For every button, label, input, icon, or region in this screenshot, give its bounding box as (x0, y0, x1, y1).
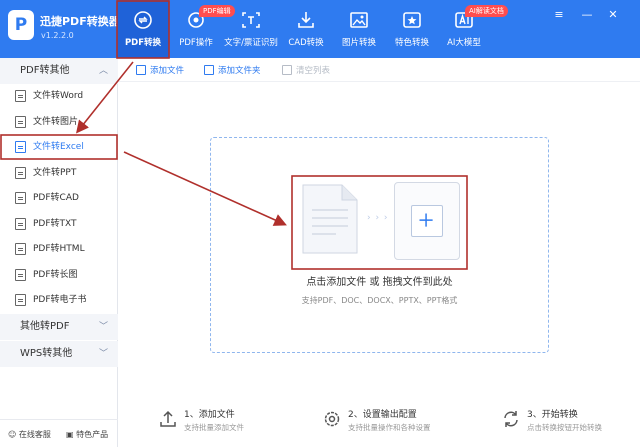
tab-pdf-convert[interactable]: PDF转换 (117, 0, 169, 58)
gear-icon (324, 411, 340, 427)
ppt-file-icon (15, 167, 26, 179)
sidebar-item-to-word[interactable]: 文件转Word (0, 84, 118, 108)
convert-icon (134, 11, 152, 29)
tab-label: 图片转换 (341, 38, 376, 48)
sidebar-group-label: 其他转PDF (20, 321, 70, 332)
sidebar-group-label: WPS转其他 (20, 348, 73, 359)
sidebar-group-other-to-pdf[interactable]: 其他转PDF ﹀ (0, 314, 118, 340)
chevron-down-icon: ﹀ (98, 322, 108, 332)
featured-products-link[interactable]: ▣ 特色产品 (66, 429, 108, 440)
sidebar-item-to-cad[interactable]: PDF转CAD (0, 186, 118, 210)
add-file-box[interactable] (394, 182, 460, 260)
image-file-icon (15, 116, 26, 128)
sidebar-item-to-ppt[interactable]: 文件转PPT (0, 161, 118, 185)
sidebar-item-to-image[interactable]: 文件转图片 (0, 110, 118, 134)
sidebar-group-pdf-to-other[interactable]: PDF转其他 ︿ (0, 58, 118, 84)
minimize-icon[interactable]: — (580, 8, 594, 22)
drop-zone-subtitle: 支持PDF、DOC、DOCX、PPTX、PPT格式 (301, 296, 458, 305)
tab-label: CAD转换 (288, 38, 324, 48)
sidebar-item-label: 文件转PPT (33, 168, 77, 178)
add-file-button[interactable]: 添加文件 (136, 64, 184, 76)
step-subtitle: 支持批量操作和各种设置 (348, 423, 431, 432)
sidebar-item-label: PDF转电子书 (33, 295, 87, 305)
tab-label: 文字/票证识别 (224, 38, 278, 48)
sidebar-item-to-excel[interactable]: 文件转Excel (0, 135, 118, 159)
sidebar-group-label: PDF转其他 (20, 65, 70, 76)
txt-file-icon (15, 218, 26, 230)
app-logo: P 迅捷PDF转换器 v1.2.2.0 (0, 0, 120, 58)
file-drop-zone[interactable] (210, 137, 549, 353)
cad-file-icon (15, 192, 26, 204)
clear-list-button[interactable]: 清空列表 (282, 64, 330, 76)
ebook-icon (15, 294, 26, 306)
excel-file-icon (15, 141, 26, 153)
word-file-icon (15, 90, 26, 102)
tab-image[interactable]: 图片转换 (333, 0, 385, 58)
app-version: v1.2.2.0 (41, 31, 74, 40)
add-folder-button[interactable]: 添加文件夹 (204, 64, 261, 76)
sidebar-item-label: 文件转Excel (33, 142, 84, 152)
sidebar-item-label: 文件转图片 (33, 117, 79, 127)
step-subtitle: 支持批量添加文件 (184, 423, 244, 432)
tab-label: 特色转换 (394, 38, 429, 48)
app-name: 迅捷PDF转换器 (40, 15, 120, 28)
tab-cad[interactable]: CAD转换 (282, 0, 330, 58)
sidebar-item-label: 文件转Word (33, 91, 84, 101)
customer-service-link[interactable]: ☺ 在线客服 (8, 429, 51, 440)
sidebar: PDF转其他 ︿ 文件转Word 文件转图片 文件转Excel 文件转PPT P… (0, 58, 118, 447)
file-toolbar: 添加文件 添加文件夹 清空列表 (118, 58, 640, 82)
app-window: P 迅捷PDF转换器 v1.2.2.0 PDF转换 PDF操作 PDF编辑 文字… (0, 0, 640, 447)
step-subtitle: 点击转换按钮开始转换 (527, 423, 602, 432)
chevron-down-icon: ﹀ (98, 349, 108, 359)
tab-label: PDF操作 (179, 38, 213, 48)
plus-glyph (419, 213, 433, 227)
top-bar: P 迅捷PDF转换器 v1.2.2.0 PDF转换 PDF操作 PDF编辑 文字… (0, 0, 640, 58)
step-title: 2、设置输出配置 (348, 410, 417, 420)
tab-label: AI大模型 (447, 38, 481, 48)
menu-icon[interactable]: ≡ (552, 8, 566, 22)
sidebar-item-label: PDF转长图 (33, 270, 78, 280)
close-icon[interactable]: ✕ (606, 8, 620, 22)
sidebar-footer: ☺ 在线客服 ▣ 特色产品 (0, 419, 118, 447)
add-folder-icon (204, 65, 214, 75)
special-icon (403, 12, 421, 28)
sidebar-item-label: PDF转TXT (33, 219, 77, 229)
badge-ai-doc: AI解读文档 (465, 5, 508, 17)
document-icon (302, 184, 358, 254)
convert-cycle-icon (504, 411, 518, 427)
image-icon (350, 12, 368, 28)
step-title: 3、开始转换 (527, 410, 578, 420)
drop-zone-title: 点击添加文件 或 拖拽文件到此处 (306, 277, 453, 288)
cad-icon (298, 12, 314, 28)
html-file-icon (15, 243, 26, 255)
sidebar-group-wps-to-other[interactable]: WPS转其他 ﹀ (0, 341, 118, 367)
ocr-icon (242, 12, 260, 28)
sidebar-item-to-html[interactable]: PDF转HTML (0, 237, 118, 261)
sidebar-item-to-ebook[interactable]: PDF转电子书 (0, 288, 118, 312)
sidebar-item-to-long-image[interactable]: PDF转长图 (0, 263, 118, 287)
trash-icon (282, 65, 292, 75)
step-title: 1、添加文件 (184, 410, 235, 420)
tab-ocr[interactable]: 文字/票证识别 (222, 0, 280, 58)
chevron-up-icon: ︿ (98, 66, 108, 76)
sidebar-item-to-txt[interactable]: PDF转TXT (0, 212, 118, 236)
tab-special[interactable]: 特色转换 (386, 0, 438, 58)
sidebar-item-label: PDF转HTML (33, 244, 85, 254)
logo-icon: P (8, 10, 34, 40)
long-image-icon (15, 269, 26, 281)
sidebar-item-label: PDF转CAD (33, 193, 79, 203)
plus-icon (411, 205, 443, 237)
add-file-icon (136, 65, 146, 75)
tab-label: PDF转换 (124, 38, 162, 48)
upload-icon (160, 410, 176, 427)
arrows-icon: › › › (367, 213, 389, 223)
